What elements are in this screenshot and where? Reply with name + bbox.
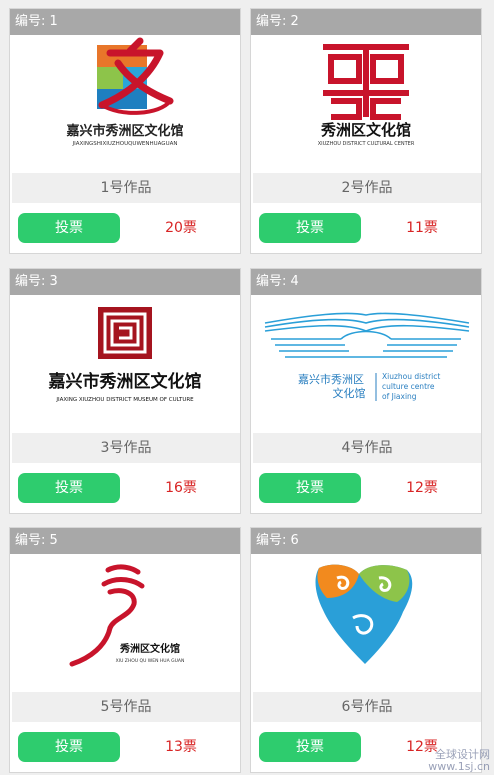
entry-name: 4号作品 xyxy=(253,433,481,463)
logo-subtext: XIUZHOU DISTRICT CULTURAL CENTER xyxy=(318,141,415,147)
entry-number: 编号: 4 xyxy=(251,269,481,295)
entry-name: 2号作品 xyxy=(253,173,481,203)
entry-number: 编号: 3 xyxy=(10,269,240,295)
entry-logo-6[interactable] xyxy=(251,554,481,690)
entry-card-3: 编号: 3 嘉兴市秀洲区文化馆 JIAXING XIUZHOU DISTRICT… xyxy=(9,268,241,514)
entry-name: 1号作品 xyxy=(12,173,240,203)
entry-logo-2[interactable]: 秀洲区文化馆 XIUZHOU DISTRICT CULTURAL CENTER xyxy=(251,35,481,171)
logo-subtext: culture centre xyxy=(382,382,435,391)
entry-card-6: 编号: 6 6号作品 投票 12票 xyxy=(250,527,482,773)
logo-subtext: XIU ZHOU QU WEN HUA GUAN xyxy=(116,658,185,664)
vote-count: 11票 xyxy=(406,220,438,236)
entry-logo-5[interactable]: 秀洲区文化馆 XIU ZHOU QU WEN HUA GUAN xyxy=(10,554,240,690)
entry-card-1: 编号: 1 嘉兴市秀洲区文化馆 JIAXINGSHIXIUZHOUQUWENHU… xyxy=(9,8,241,254)
logo-text: 文化馆 xyxy=(333,386,366,400)
entry-logo-1[interactable]: 嘉兴市秀洲区文化馆 JIAXINGSHIXIUZHOUQUWENHUAGUAN xyxy=(10,35,240,171)
entry-name: 6号作品 xyxy=(253,692,481,722)
entry-card-4: 编号: 4 嘉兴市秀洲区 文化馆 Xiuzhou district cultur… xyxy=(250,268,482,514)
logo-subtext: JIAXING XIUZHOU DISTRICT MUSEUM OF CULTU… xyxy=(55,397,194,403)
entry-logo-4[interactable]: 嘉兴市秀洲区 文化馆 Xiuzhou district culture cent… xyxy=(251,295,481,431)
vote-button[interactable]: 投票 xyxy=(18,732,120,762)
logo-text: 嘉兴市秀洲区文化馆 xyxy=(65,123,183,139)
vote-count: 16票 xyxy=(165,480,197,496)
logo-subtext: of Jiaxing xyxy=(382,392,417,401)
logo-text: 嘉兴市秀洲区文化馆 xyxy=(48,371,202,392)
logo-text: 秀洲区文化馆 xyxy=(320,121,411,139)
entry-logo-3[interactable]: 嘉兴市秀洲区文化馆 JIAXING XIUZHOU DISTRICT MUSEU… xyxy=(10,295,240,431)
logo-subtext: JIAXINGSHIXIUZHOUQUWENHUAGUAN xyxy=(72,141,178,147)
entry-name: 3号作品 xyxy=(12,433,240,463)
entry-name: 5号作品 xyxy=(12,692,240,722)
entry-number: 编号: 6 xyxy=(251,528,481,554)
logo-subtext: Xiuzhou district xyxy=(382,372,440,381)
entry-number: 编号: 5 xyxy=(10,528,240,554)
logo-text: 秀洲区文化馆 xyxy=(119,642,180,655)
watermark-line2: www.1sj.cn xyxy=(428,760,490,773)
vote-count: 13票 xyxy=(165,739,197,755)
entry-card-2: 编号: 2 秀洲区文化馆 XIUZHOU DISTRICT CULTURAL C… xyxy=(250,8,482,254)
vote-button[interactable]: 投票 xyxy=(18,213,120,243)
vote-count: 20票 xyxy=(165,220,197,236)
entry-number: 编号: 2 xyxy=(251,9,481,35)
entry-card-5: 编号: 5 秀洲区文化馆 XIU ZHOU QU WEN HUA GUAN 5号… xyxy=(9,527,241,773)
vote-button[interactable]: 投票 xyxy=(259,473,361,503)
vote-button[interactable]: 投票 xyxy=(259,732,361,762)
vote-count: 12票 xyxy=(406,480,438,496)
vote-button[interactable]: 投票 xyxy=(259,213,361,243)
vote-button[interactable]: 投票 xyxy=(18,473,120,503)
watermark: 全球设计网 www.1sj.cn xyxy=(428,749,490,773)
entry-number: 编号: 1 xyxy=(10,9,240,35)
logo-text: 嘉兴市秀洲区 xyxy=(298,372,364,386)
